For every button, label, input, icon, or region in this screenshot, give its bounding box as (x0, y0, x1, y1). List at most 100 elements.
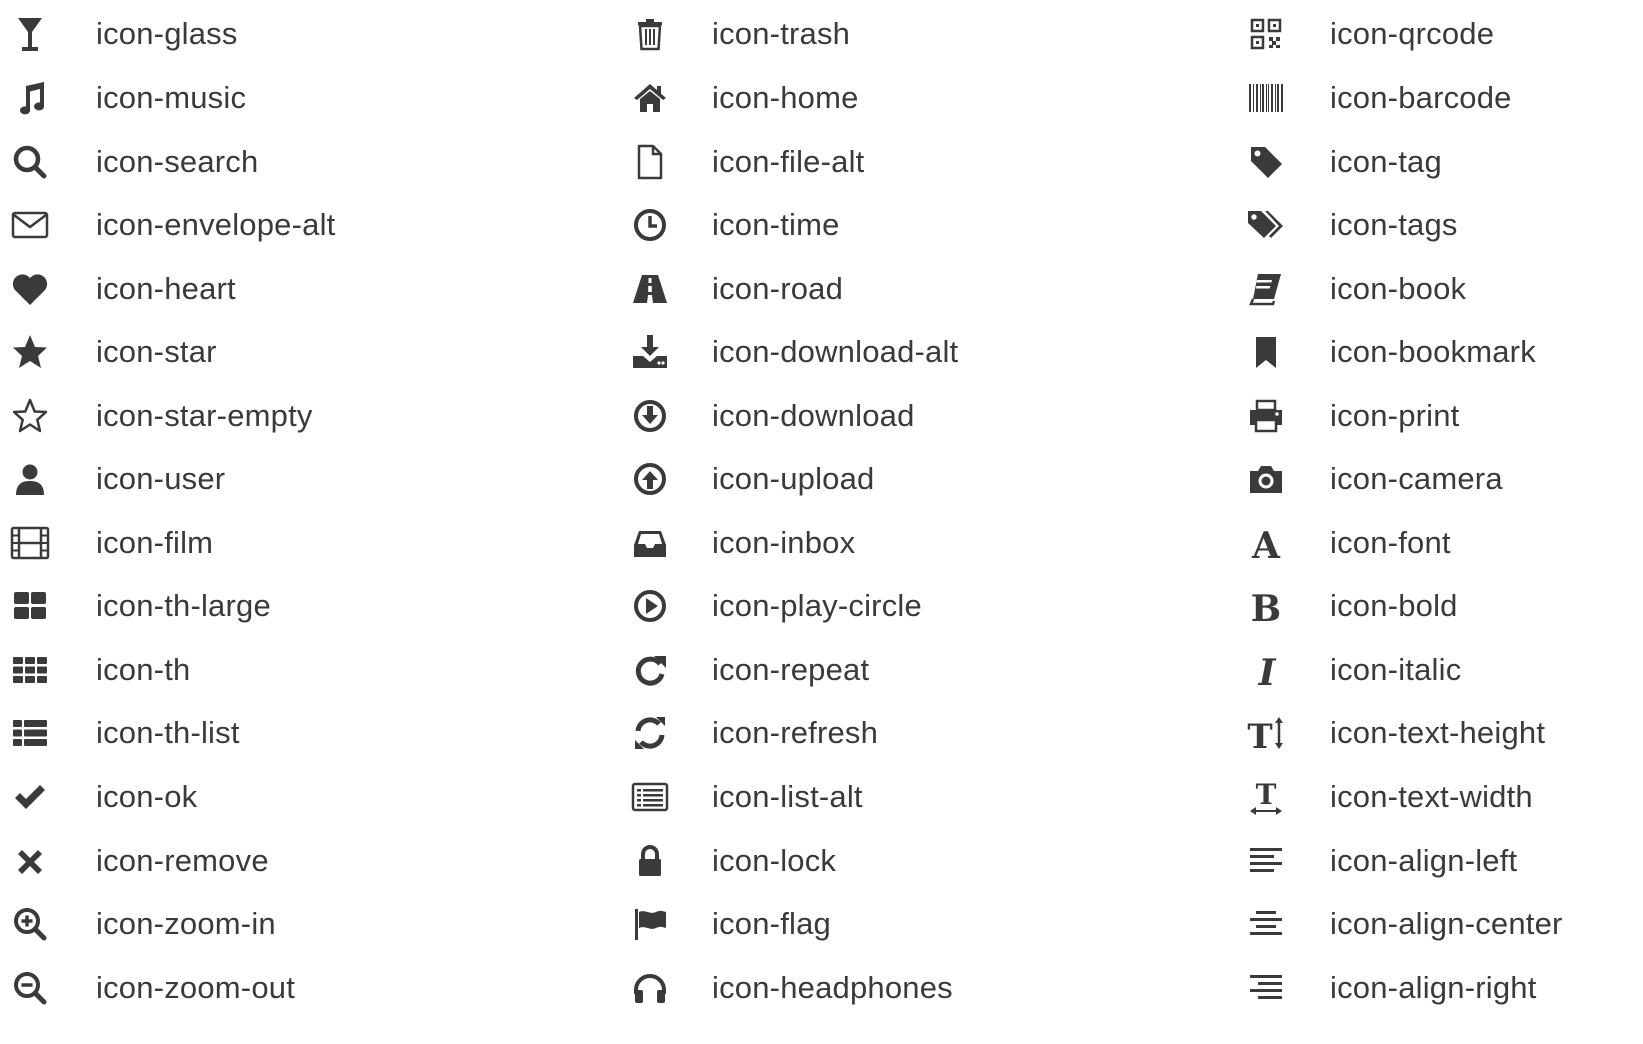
icon-label: icon-zoom-out (96, 970, 296, 1005)
play-circle-icon (620, 585, 680, 627)
qrcode-icon (1236, 13, 1296, 55)
icon-row-trash: icon-trash (620, 2, 1180, 66)
trash-icon (620, 13, 680, 55)
glass-icon (0, 13, 60, 55)
icon-label: icon-qrcode (1330, 16, 1495, 51)
print-icon (1236, 395, 1296, 437)
icon-label: icon-ok (96, 779, 198, 814)
icon-row-ok: icon-ok (0, 765, 560, 829)
search-icon (0, 141, 60, 183)
icon-label: icon-th-list (96, 715, 240, 750)
svg-text:A: A (1251, 525, 1281, 563)
text-height-icon: T (1236, 712, 1296, 754)
bookmark-icon (1236, 331, 1296, 373)
icon-label: icon-search (96, 144, 259, 179)
icon-row-home: icon-home (620, 66, 1180, 130)
icon-row-tags: icon-tags (1236, 193, 1643, 257)
icon-row-lock: icon-lock (620, 829, 1180, 893)
download-alt-icon (620, 331, 680, 373)
flag-icon (620, 903, 680, 945)
headphones-icon (620, 967, 680, 1009)
icon-label: icon-lock (712, 843, 837, 878)
icon-row-search: icon-search (0, 130, 560, 194)
icon-label: icon-repeat (712, 652, 870, 687)
icon-label: icon-star-empty (96, 398, 313, 433)
th-list-icon (0, 712, 60, 754)
font-icon: A (1236, 522, 1296, 564)
icon-label: icon-remove (96, 843, 269, 878)
lock-icon (620, 840, 680, 882)
icon-row-bookmark: icon-bookmark (1236, 320, 1643, 384)
icon-row-camera: icon-camera (1236, 447, 1643, 511)
icon-label: icon-inbox (712, 525, 856, 560)
icon-label: icon-italic (1330, 652, 1462, 687)
icon-label: icon-heart (96, 271, 236, 306)
icon-row-file-alt: icon-file-alt (620, 130, 1180, 194)
icon-label: icon-barcode (1330, 80, 1512, 115)
icon-label: icon-zoom-in (96, 906, 276, 941)
align-center-icon (1236, 903, 1296, 945)
icon-label: icon-flag (712, 906, 831, 941)
icon-row-align-center: icon-align-center (1236, 892, 1643, 956)
icon-row-zoom-out: icon-zoom-out (0, 956, 560, 1020)
italic-icon: I (1236, 649, 1296, 691)
text-width-icon: T (1236, 776, 1296, 818)
road-icon (620, 268, 680, 310)
icon-row-tag: icon-tag (1236, 130, 1643, 194)
music-icon (0, 77, 60, 119)
icon-label: icon-envelope-alt (96, 207, 336, 242)
bold-icon: B (1236, 585, 1296, 627)
th-icon (0, 649, 60, 691)
file-icon (620, 141, 680, 183)
icon-row-align-right: icon-align-right (1236, 956, 1643, 1020)
svg-text:B: B (1251, 588, 1281, 626)
icon-row-remove: icon-remove (0, 829, 560, 893)
icon-row-film: icon-film (0, 511, 560, 575)
icon-row-play-circle: icon-play-circle (620, 574, 1180, 638)
clock-icon (620, 204, 680, 246)
icon-row-list-alt: icon-list-alt (620, 765, 1180, 829)
icon-label: icon-road (712, 271, 844, 306)
icon-label: icon-book (1330, 271, 1467, 306)
icon-list: icon-glass icon-music icon-search icon-e… (0, 0, 1643, 1044)
icon-label: icon-headphones (712, 970, 953, 1005)
icon-row-flag: icon-flag (620, 892, 1180, 956)
icon-label: icon-download (712, 398, 915, 433)
film-icon (0, 522, 60, 564)
icon-label: icon-print (1330, 398, 1460, 433)
ok-icon (0, 776, 60, 818)
user-icon (0, 458, 60, 500)
icon-row-star-empty: icon-star-empty (0, 384, 560, 448)
camera-icon (1236, 458, 1296, 500)
icon-label: icon-glass (96, 16, 238, 51)
icon-row-barcode: icon-barcode (1236, 66, 1643, 130)
icon-label: icon-font (1330, 525, 1451, 560)
icon-label: icon-list-alt (712, 779, 863, 814)
remove-icon (0, 840, 60, 882)
icon-row-user: icon-user (0, 447, 560, 511)
icon-row-print: icon-print (1236, 384, 1643, 448)
icon-label: icon-music (96, 80, 247, 115)
icon-row-book: icon-book (1236, 257, 1643, 321)
icon-label: icon-align-right (1330, 970, 1537, 1005)
icon-label: icon-user (96, 461, 226, 496)
icon-row-text-height: T icon-text-height (1236, 701, 1643, 765)
icon-label: icon-home (712, 80, 859, 115)
icon-row-download: icon-download (620, 384, 1180, 448)
icon-row-music: icon-music (0, 66, 560, 130)
icon-label: icon-play-circle (712, 588, 922, 623)
icon-row-qrcode: icon-qrcode (1236, 2, 1643, 66)
icon-row-headphones: icon-headphones (620, 956, 1180, 1020)
icon-row-glass: icon-glass (0, 2, 560, 66)
barcode-icon (1236, 77, 1296, 119)
icon-label: icon-camera (1330, 461, 1503, 496)
tag-icon (1236, 141, 1296, 183)
icon-row-bold: B icon-bold (1236, 574, 1643, 638)
icon-row-text-width: T icon-text-width (1236, 765, 1643, 829)
icon-row-road: icon-road (620, 257, 1180, 321)
zoom-in-icon (0, 903, 60, 945)
icon-row-heart: icon-heart (0, 257, 560, 321)
icon-label: icon-file-alt (712, 144, 865, 179)
icon-row-refresh: icon-refresh (620, 701, 1180, 765)
upload-icon (620, 458, 680, 500)
